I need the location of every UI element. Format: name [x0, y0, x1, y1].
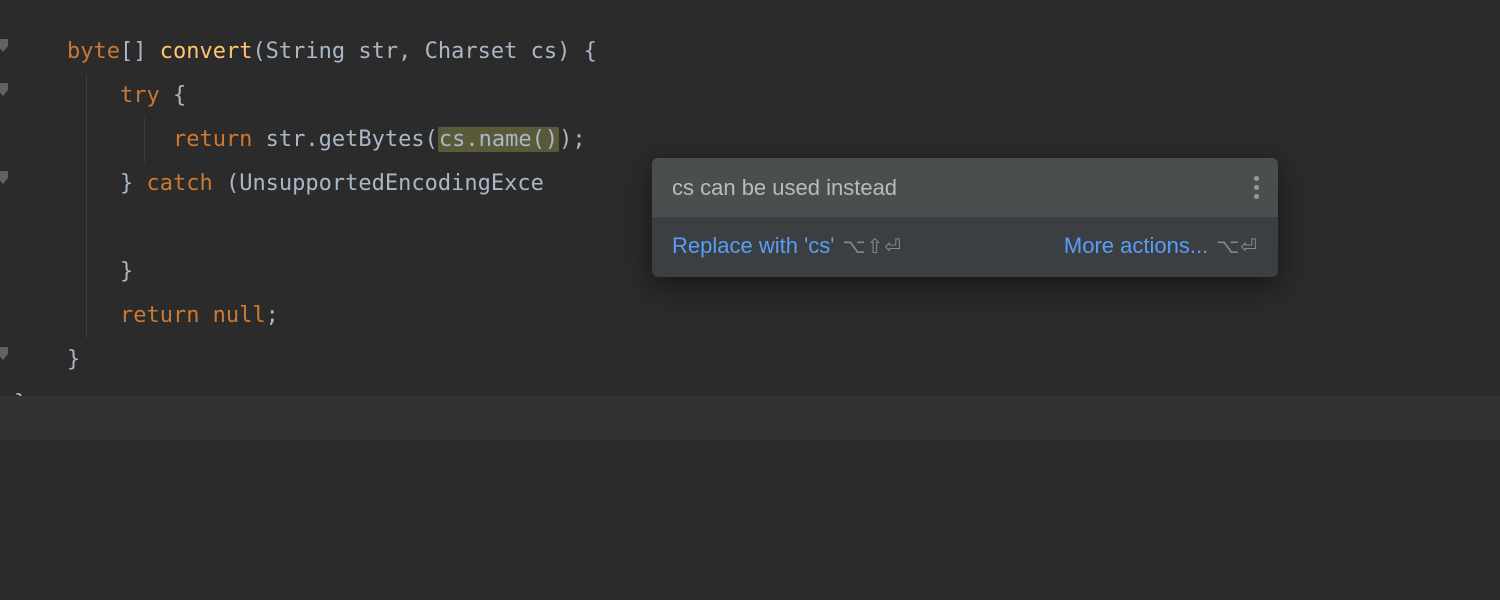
gutter-marker-icon — [0, 82, 9, 98]
code-line[interactable]: try { — [14, 74, 1500, 118]
more-options-icon[interactable] — [1250, 172, 1258, 203]
popup-header: cs can be used instead — [652, 158, 1278, 217]
code-text: str.getBytes( — [252, 127, 437, 152]
keyboard-shortcut: ⌥⏎ — [1216, 234, 1258, 259]
inspection-message: cs can be used instead — [672, 175, 897, 201]
method-name: convert — [160, 39, 253, 64]
code-line[interactable]: byte[] convert(String str, Charset cs) { — [14, 30, 1500, 74]
code-text: [] — [120, 39, 160, 64]
keyboard-shortcut: ⌥⇧⏎ — [842, 234, 902, 259]
inspection-highlight[interactable]: cs.name() — [438, 127, 559, 152]
gutter-marker-icon — [0, 38, 9, 54]
code-line[interactable]: return str.getBytes(cs.name()); — [14, 118, 1500, 162]
replace-action[interactable]: Replace with 'cs' ⌥⇧⏎ — [672, 233, 902, 259]
keyword: return — [173, 127, 252, 152]
code-text: ; — [266, 303, 279, 328]
gutter-marker-icon — [0, 170, 9, 186]
code-line[interactable]: } — [14, 338, 1500, 382]
code-text: } — [120, 171, 147, 196]
keyword: return null — [120, 303, 266, 328]
gutter-marker-icon — [0, 346, 9, 362]
code-text: { — [160, 83, 187, 108]
code-line[interactable]: return null; — [14, 294, 1500, 338]
more-actions[interactable]: More actions... ⌥⏎ — [1064, 233, 1258, 259]
code-text: (String str, Charset cs) { — [252, 39, 596, 64]
action-link[interactable]: Replace with 'cs' — [672, 233, 834, 259]
keyword: try — [120, 83, 160, 108]
code-text: ); — [559, 127, 586, 152]
popup-body: Replace with 'cs' ⌥⇧⏎ More actions... ⌥⏎ — [652, 217, 1278, 277]
keyword: catch — [146, 171, 212, 196]
action-link[interactable]: More actions... — [1064, 233, 1208, 259]
editor-end-band — [0, 396, 1500, 440]
intention-popup: cs can be used instead Replace with 'cs'… — [652, 158, 1278, 277]
code-text: } — [67, 347, 80, 372]
code-text: (UnsupportedEncodingExce — [213, 171, 544, 196]
keyword: byte — [67, 39, 120, 64]
code-text: } — [120, 259, 133, 284]
